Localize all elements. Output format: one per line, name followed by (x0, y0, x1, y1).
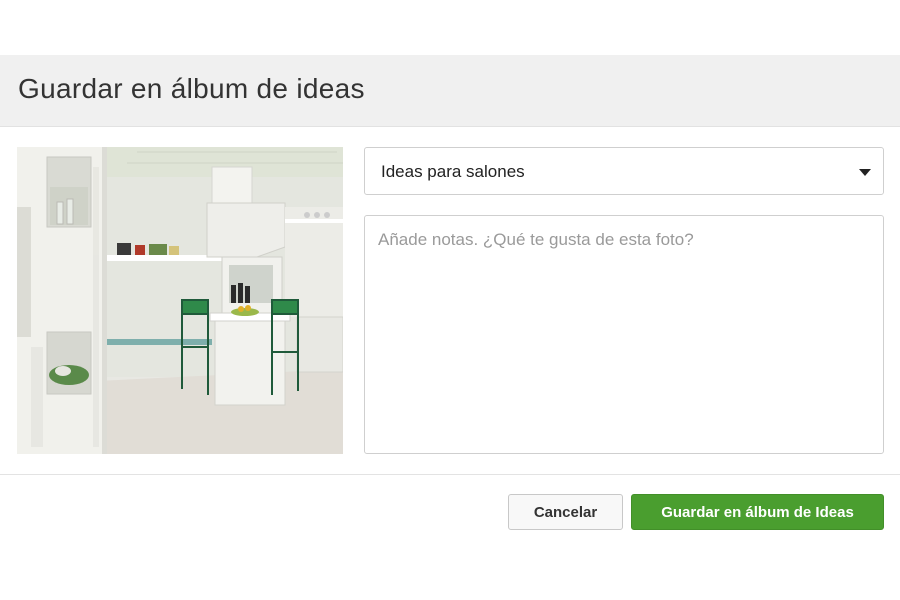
album-select-value: Ideas para salones (381, 162, 525, 181)
album-select[interactable]: Ideas para salones (364, 147, 884, 195)
notes-textarea[interactable] (364, 215, 884, 454)
dialog-title: Guardar en álbum de ideas (18, 73, 365, 104)
chevron-down-icon (859, 169, 871, 176)
save-to-ideabook-button[interactable]: Guardar en álbum de Ideas (631, 494, 884, 530)
dialog-header: Guardar en álbum de ideas (0, 55, 900, 127)
cancel-button[interactable]: Cancelar (508, 494, 623, 530)
save-to-ideabook-dialog: Guardar en álbum de ideas Ideas para sal… (0, 55, 900, 600)
footer-divider (0, 474, 900, 475)
kitchen-photo (17, 147, 343, 454)
